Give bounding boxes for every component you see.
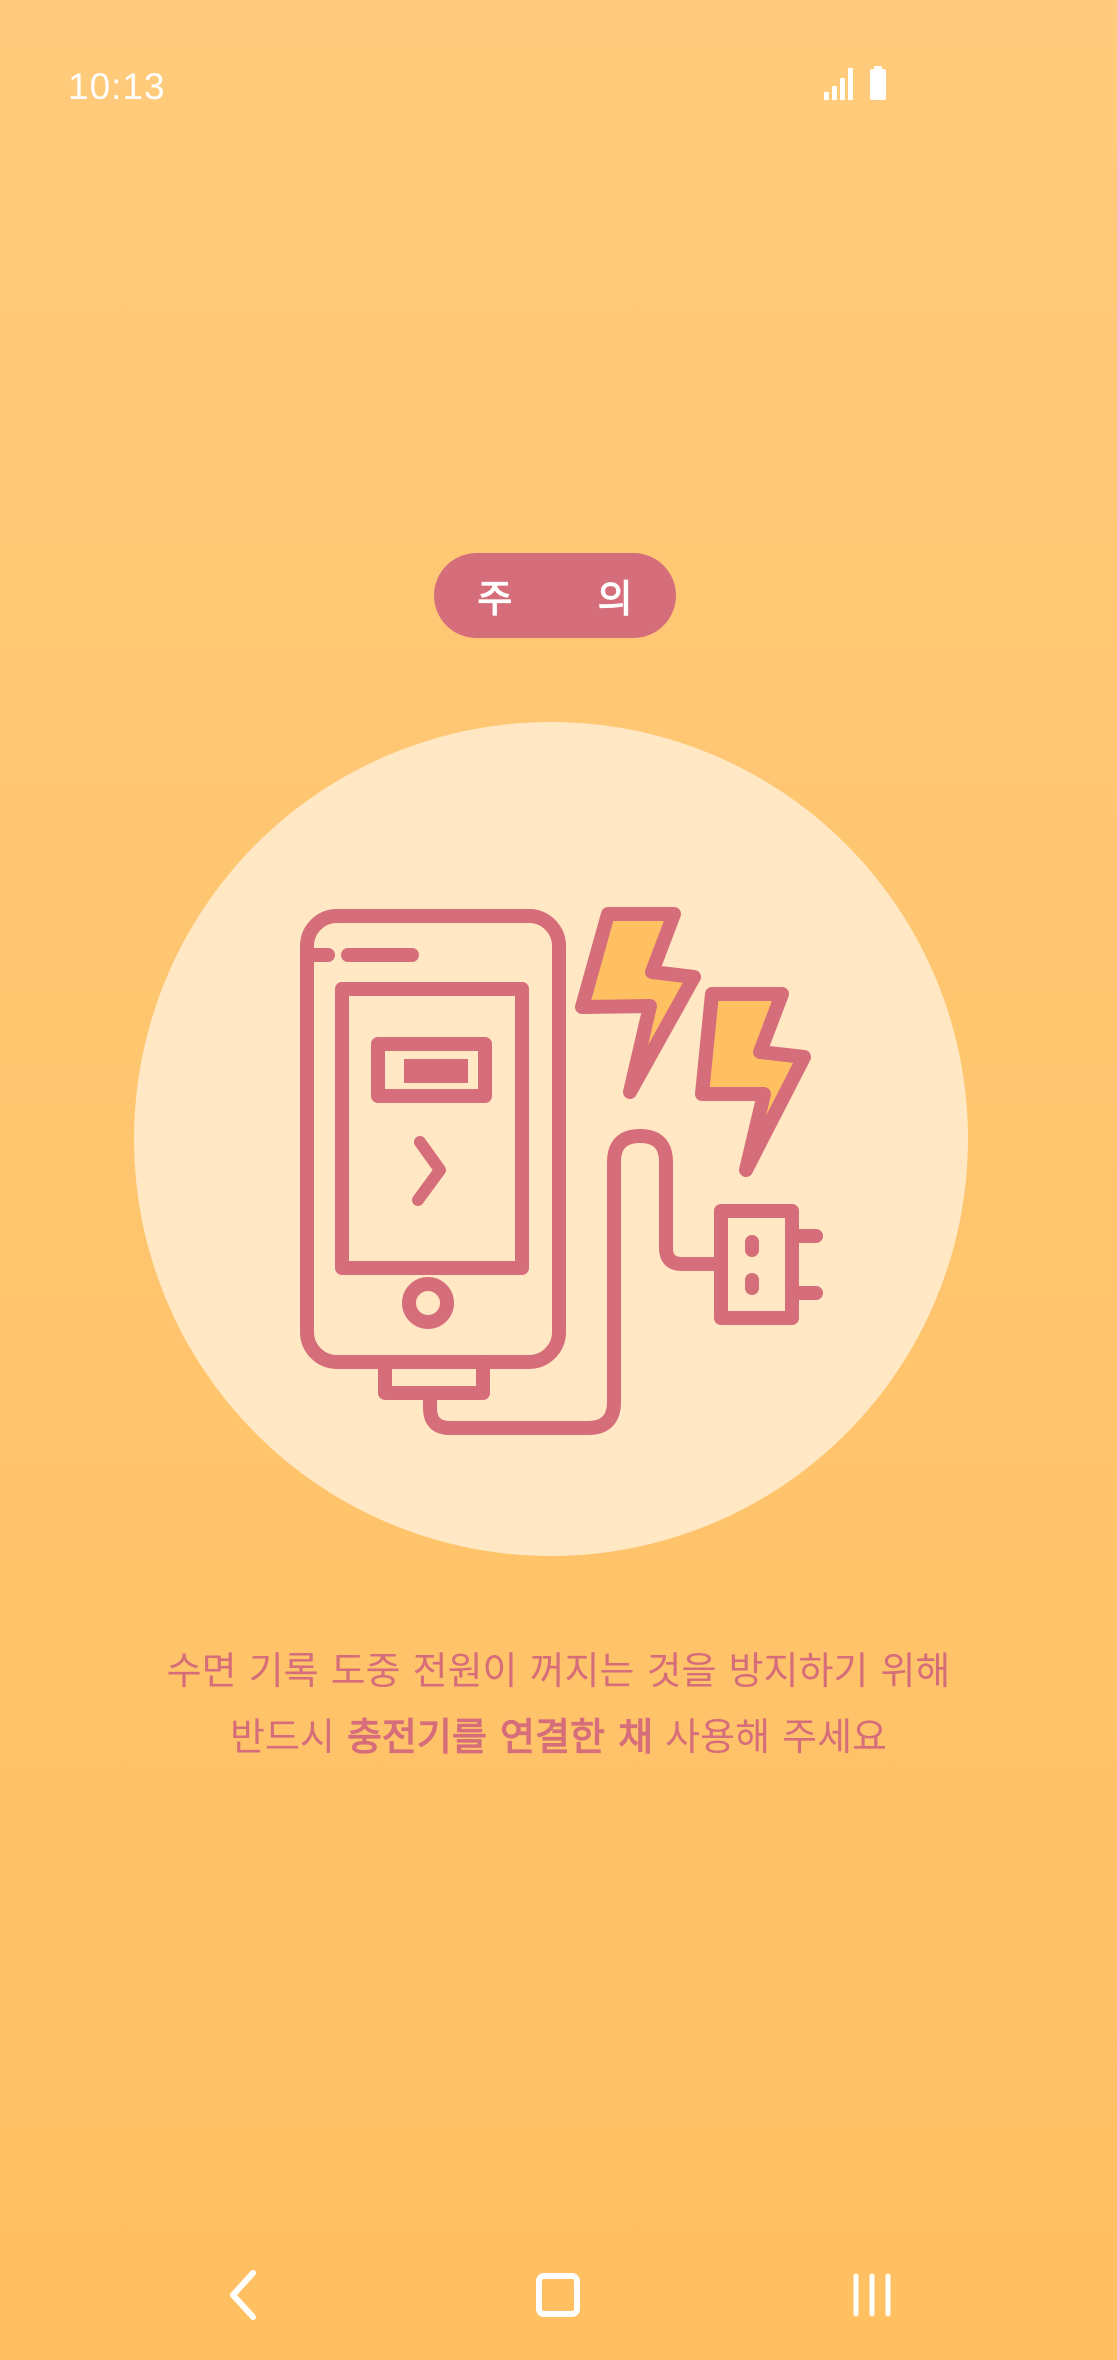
back-chevron-icon [230,2270,256,2320]
phone-charging-icon [300,907,823,1435]
signal-bars-icon [824,68,853,100]
recents-bars-icon [853,2273,891,2317]
home-button[interactable] [513,2250,603,2340]
message-line-2-prefix: 반드시 [229,1715,347,1759]
charging-message: 수면 기록 도중 전원이 꺼지는 것을 방지하기 위해 반드시 충전기를 연결한… [0,1638,1117,1770]
battery-full-icon [870,66,886,100]
message-line-1: 수면 기록 도중 전원이 꺼지는 것을 방지하기 위해 [166,1649,951,1693]
message-line-2: 반드시 충전기를 연결한 채 사용해 주세요 [0,1704,1117,1770]
recents-button[interactable] [827,2250,917,2340]
back-button[interactable] [198,2250,288,2340]
home-square-icon [536,2273,580,2317]
status-icons [822,64,892,104]
system-nav-bar [0,2250,1117,2360]
message-emphasis: 충전기를 연결한 채 [346,1715,654,1759]
status-time: 10:13 [68,66,166,107]
illustration-circle [134,722,968,1556]
warning-badge: 주 의 [434,553,676,638]
warning-label: 주 의 [477,577,669,621]
message-line-2-suffix: 사용해 주세요 [653,1715,888,1759]
status-bar: 10:13 [0,0,1117,180]
